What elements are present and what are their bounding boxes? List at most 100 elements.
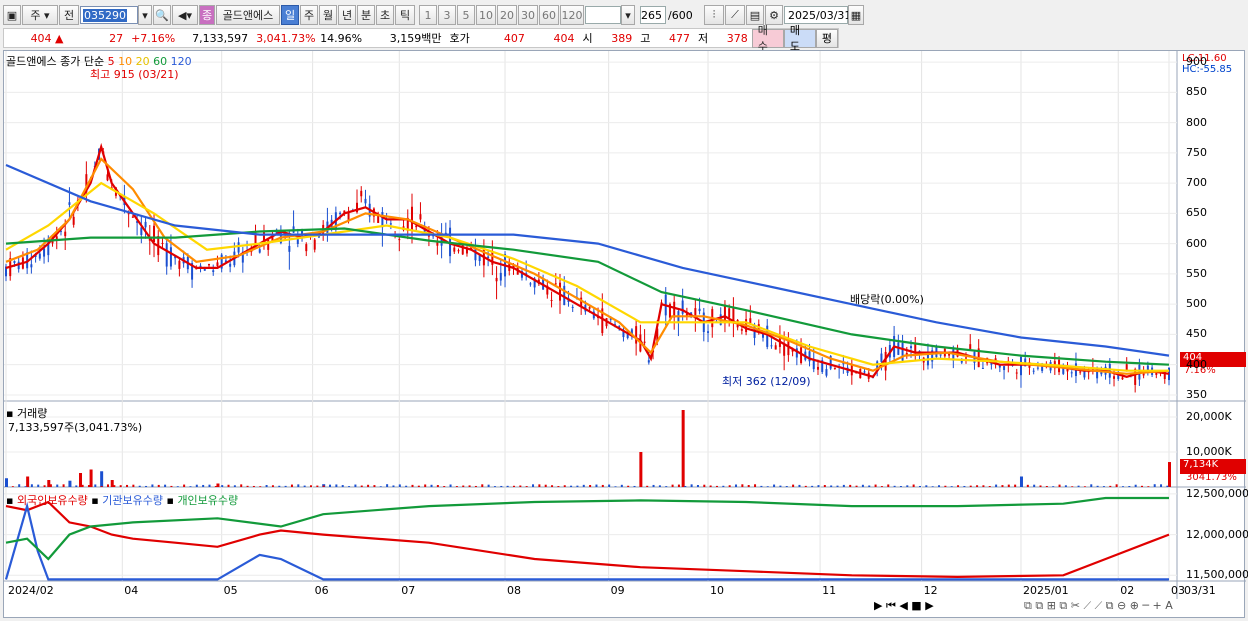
x-tick-label: 2025/01 (1022, 584, 1069, 597)
price-tick-label: 900 (1186, 55, 1207, 69)
candle-body (1032, 370, 1035, 372)
volume-bar (1128, 486, 1131, 487)
buy-button[interactable]: 매수 (751, 24, 784, 53)
period-day[interactable]: 일 (281, 5, 299, 25)
holding-legend: ▪ 외국인보유수량 ▪ 기관보유수량 ▪ 개인보유수량 (6, 494, 239, 507)
volume-bar (773, 484, 776, 487)
hoga-label: 호가 (449, 32, 470, 45)
scroll-controls[interactable]: ▶ ⏮ ◀ ■ ▶ (874, 599, 934, 613)
volume-bar (665, 486, 668, 487)
interval-3[interactable]: 3 (438, 5, 456, 25)
volume-bar (430, 484, 433, 487)
candle-body (169, 247, 172, 267)
price-tick-label: 800 (1186, 115, 1207, 129)
volume-bar (183, 484, 186, 487)
volume-bar (868, 485, 871, 487)
prev-button[interactable]: 전 (59, 5, 79, 25)
volume-bar (760, 485, 763, 487)
period-second[interactable]: 초 (376, 5, 394, 25)
volume-tick-label: 10,000K (1186, 445, 1232, 458)
candle-icon[interactable]: ⫶ (704, 5, 724, 25)
volume-bar (89, 469, 93, 487)
volume-bar (969, 485, 972, 487)
current-price: 404 ▲ (30, 31, 64, 45)
volume-bar (976, 485, 979, 487)
candle-body (207, 263, 210, 266)
volume-bar (1096, 485, 1099, 487)
high-price: 477 (669, 31, 691, 45)
period-week[interactable]: 주 (300, 5, 318, 25)
interval-5[interactable]: 5 (457, 5, 475, 25)
candle-body (698, 308, 701, 312)
volume-bar (417, 485, 420, 487)
volume-bar (303, 485, 306, 487)
volume-bar (392, 485, 395, 487)
avg-button[interactable]: 평 (815, 28, 839, 48)
candle-body (1121, 377, 1124, 380)
market-select[interactable]: 주 ▾ (22, 5, 58, 25)
interval-30[interactable]: 30 (518, 5, 538, 25)
chart-area[interactable]: 골드앤에스 종가 단순 5 10 20 60 120 최고 915 (03/21… (3, 50, 1248, 619)
candle-body (38, 253, 41, 259)
volume-bar (671, 484, 674, 487)
candle-body (643, 341, 646, 343)
period-month[interactable]: 월 (319, 5, 337, 25)
candle-body (1041, 366, 1044, 371)
volume-bar (557, 486, 560, 487)
candle-body (339, 212, 342, 215)
volume-bar (747, 485, 750, 487)
volume-bar (639, 452, 643, 487)
custom-interval-input[interactable] (585, 6, 621, 24)
volume-bar (68, 485, 71, 487)
code-dropdown-icon[interactable]: ▾ (138, 5, 152, 25)
volume-bar (1001, 485, 1004, 487)
speaker-icon[interactable]: ◀▾ (172, 5, 198, 25)
period-year[interactable]: 년 (338, 5, 356, 25)
volume-bar (259, 486, 262, 487)
candle-body (43, 248, 46, 257)
interval-60[interactable]: 60 (539, 5, 559, 25)
volume-bar (525, 486, 528, 487)
volume-bar (1109, 485, 1112, 487)
interval-20[interactable]: 20 (497, 5, 517, 25)
volume-bar (151, 484, 154, 487)
volume-bar (646, 485, 649, 487)
interval-10[interactable]: 10 (476, 5, 496, 25)
low-price: 378 (726, 31, 748, 45)
volume-bar (677, 484, 680, 487)
candle-body (1079, 371, 1082, 373)
volume-bar (468, 485, 471, 487)
volume-bar (836, 485, 839, 487)
price-tick-label: 750 (1186, 145, 1207, 159)
volume-bar (582, 484, 585, 487)
search-icon[interactable]: 🔍 (153, 5, 171, 25)
chart-canvas[interactable] (4, 51, 1246, 619)
interval-120[interactable]: 120 (560, 5, 584, 25)
interval-1[interactable]: 1 (419, 5, 437, 25)
period-minute[interactable]: 분 (357, 5, 375, 25)
volume-bar (925, 485, 928, 487)
high-label: 고 (640, 32, 651, 45)
volume-bar (982, 485, 985, 487)
calendar-icon[interactable]: ▦ (848, 5, 864, 25)
window-icon[interactable]: ▣ (3, 5, 21, 25)
price-tick-label: 450 (1186, 327, 1207, 341)
sell-button[interactable]: 매도 (783, 24, 816, 53)
x-tick-label: 07 (401, 584, 416, 597)
candle-body (1113, 376, 1116, 379)
volume-bar (595, 484, 598, 487)
count-input[interactable]: 265 (640, 6, 666, 24)
period-tick[interactable]: 틱 (395, 5, 415, 25)
chart-tools-icons[interactable]: ⧉ ⧉ ⊞ ⧉ ✂ ⟋ ⟋ ⧉ ⊖ ⊕ ─ + A (1024, 599, 1173, 613)
interval-dropdown-icon[interactable]: ▾ (621, 5, 635, 25)
low-label: 저 (698, 32, 709, 45)
volume-bar (5, 478, 8, 487)
volume-bar (56, 484, 59, 487)
volume-bar (1071, 486, 1074, 487)
line-tool-icon[interactable]: ⟋ (725, 5, 745, 25)
x-tick-label: 08 (507, 584, 522, 597)
stock-code-input[interactable]: 035290 (80, 6, 138, 24)
price-tick-label: 650 (1186, 206, 1207, 220)
volume-bar (1026, 484, 1029, 487)
volume-bar (792, 484, 795, 487)
